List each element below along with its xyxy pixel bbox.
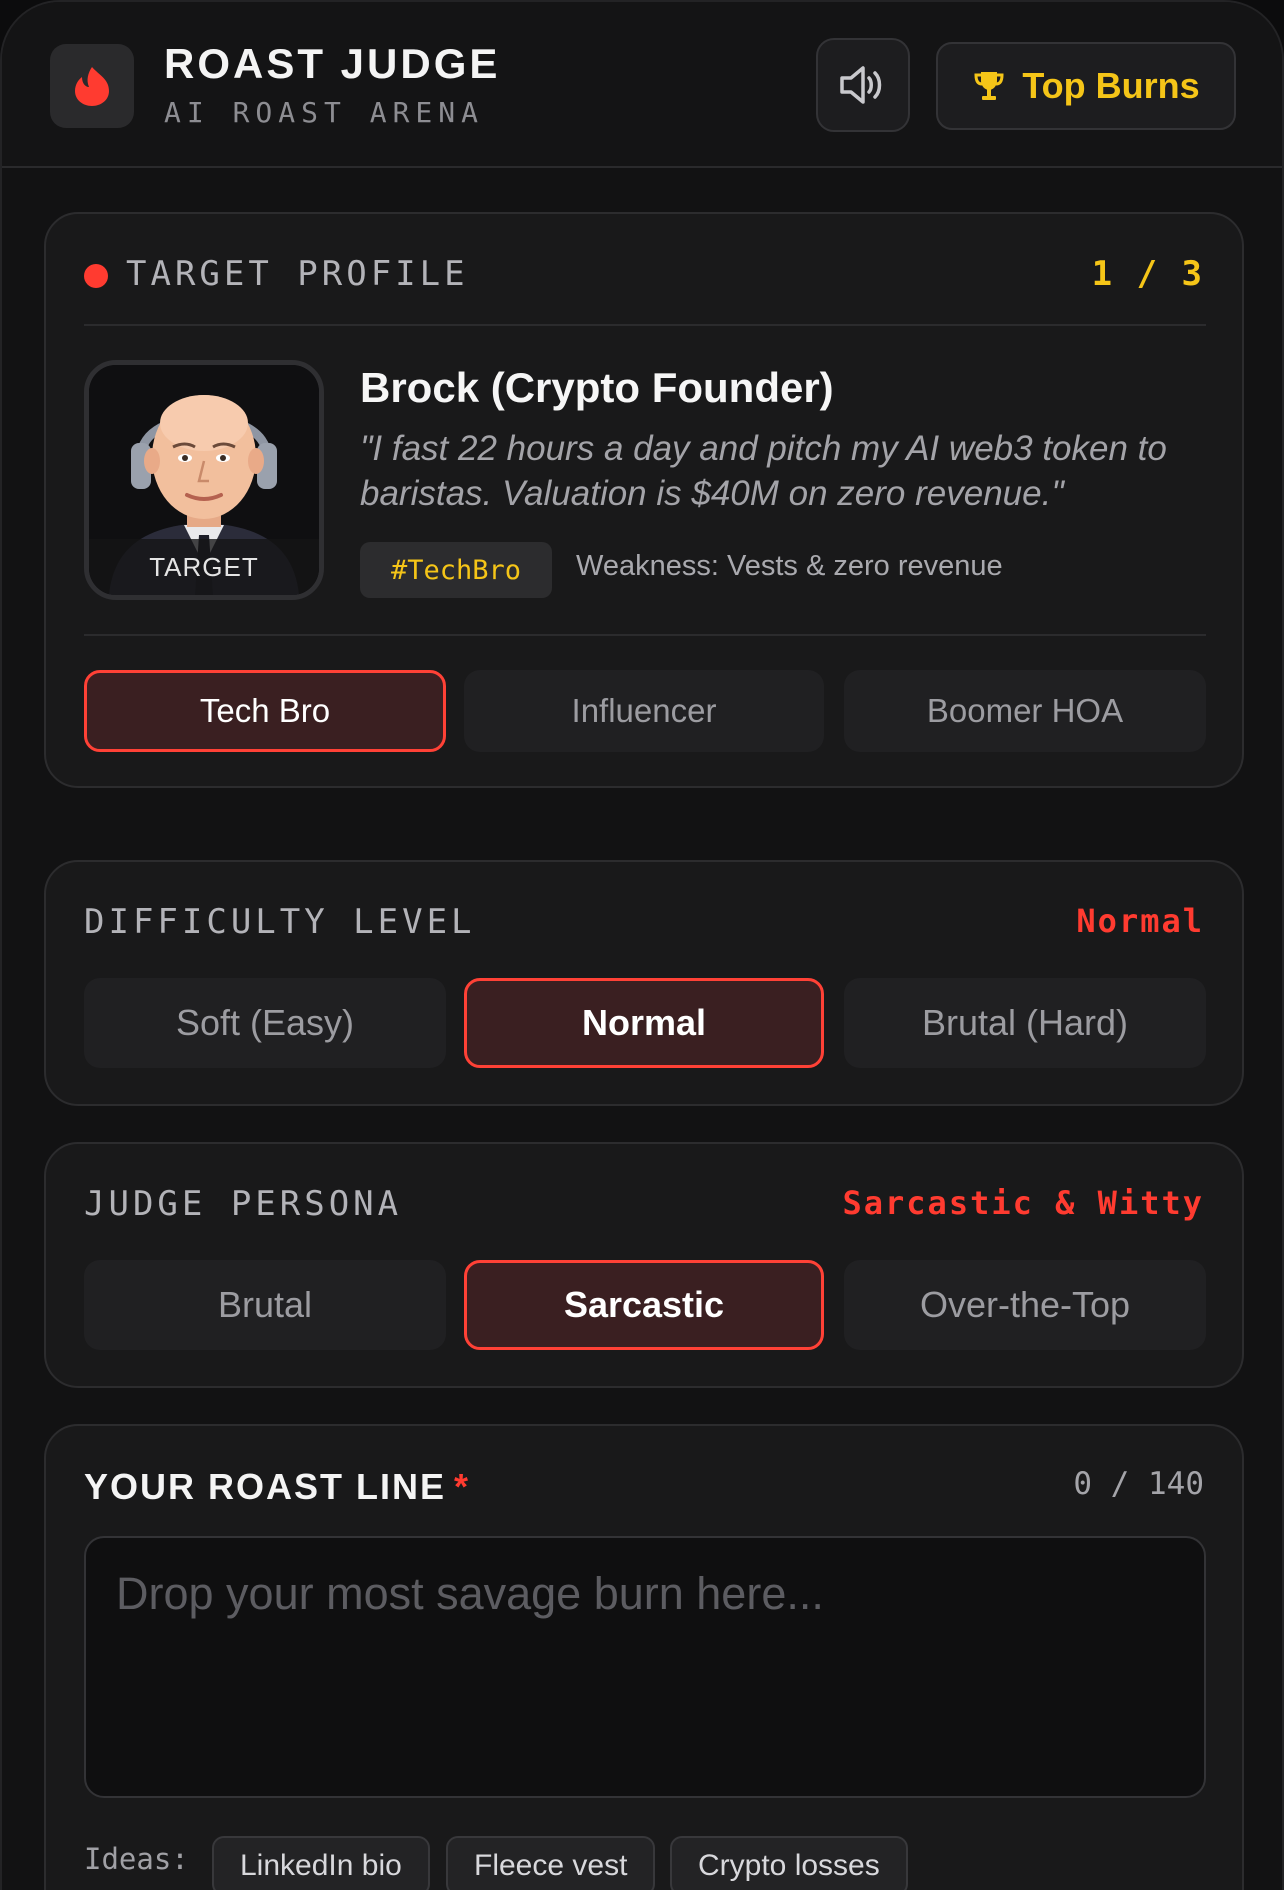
required-marker: * [454, 1466, 471, 1507]
app-subtitle: AI ROAST ARENA [164, 96, 485, 129]
app-header: ROAST JUDGE AI ROAST ARENA Top Burns [2, 2, 1282, 168]
judge-persona-label: JUDGE PERSONA [84, 1184, 403, 1224]
target-divider-top [84, 324, 1206, 326]
roast-line-card: YOUR ROAST LINE* 0 / 140 Ideas: LinkedIn… [44, 1424, 1244, 1890]
judge-persona-card: JUDGE PERSONA Sarcastic & Witty Brutal S… [44, 1142, 1244, 1388]
target-tag: #TechBro [360, 542, 552, 598]
target-divider-bottom [84, 634, 1206, 636]
live-indicator-dot [84, 264, 108, 288]
roast-line-title: YOUR ROAST LINE * [84, 1466, 470, 1508]
top-burns-button[interactable]: Top Burns [936, 42, 1236, 130]
app-title: ROAST JUDGE [164, 40, 501, 87]
judge-option-over-the-top[interactable]: Over-the-Top [844, 1260, 1206, 1350]
target-avatar: TARGET [84, 360, 324, 600]
idea-chip-linkedin-bio[interactable]: LinkedIn bio [212, 1836, 430, 1890]
target-name: Brock (Crypto Founder) [360, 364, 834, 411]
difficulty-option-normal[interactable]: Normal [464, 978, 824, 1068]
difficulty-current: Normal [1076, 902, 1204, 940]
sound-toggle-button[interactable] [816, 38, 910, 132]
avatar-caption: TARGET [89, 539, 319, 595]
target-weakness: Weakness: Vests & zero revenue [576, 550, 1003, 582]
roast-line-title-text: YOUR ROAST LINE [84, 1466, 447, 1507]
difficulty-label: DIFFICULTY LEVEL [84, 902, 476, 942]
idea-chip-fleece-vest[interactable]: Fleece vest [446, 1836, 656, 1890]
judge-persona-current: Sarcastic & Witty [842, 1184, 1204, 1222]
trophy-icon [974, 72, 1004, 100]
target-option-tech-bro[interactable]: Tech Bro [84, 670, 446, 752]
app-screen: ROAST JUDGE AI ROAST ARENA Top Burns TAR… [0, 0, 1284, 1890]
target-section-label: TARGET PROFILE [126, 254, 469, 294]
target-quote: "I fast 22 hours a day and pitch my AI w… [360, 429, 1167, 513]
ideas-label: Ideas: [84, 1842, 189, 1876]
difficulty-option-brutal[interactable]: Brutal (Hard) [844, 978, 1206, 1068]
difficulty-card: DIFFICULTY LEVEL Normal Soft (Easy) Norm… [44, 860, 1244, 1106]
speaker-icon [840, 66, 882, 104]
target-counter: 1 / 3 [1091, 254, 1204, 294]
top-burns-label: Top Burns [1022, 65, 1200, 106]
judge-option-brutal[interactable]: Brutal [84, 1260, 446, 1350]
target-option-influencer[interactable]: Influencer [464, 670, 824, 752]
character-counter: 0 / 140 [1073, 1466, 1204, 1502]
judge-option-sarcastic[interactable]: Sarcastic [464, 1260, 824, 1350]
idea-chip-crypto-losses[interactable]: Crypto losses [670, 1836, 908, 1890]
roast-line-input[interactable] [84, 1536, 1206, 1798]
target-profile-card: TARGET PROFILE 1 / 3 TARGET Brock (Crypt… [44, 212, 1244, 788]
difficulty-option-soft[interactable]: Soft (Easy) [84, 978, 446, 1068]
app-logo [50, 44, 134, 128]
flame-icon [75, 67, 109, 106]
target-option-boomer-hoa[interactable]: Boomer HOA [844, 670, 1206, 752]
